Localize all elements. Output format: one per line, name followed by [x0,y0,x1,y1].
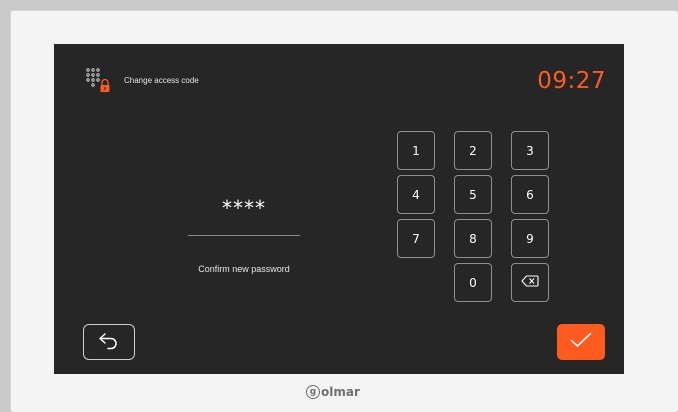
checkmark-icon [569,331,593,353]
keypad-lock-icon [86,68,116,96]
key-2[interactable]: 2 [454,131,492,170]
page-title: Change access code [124,76,199,85]
key-0[interactable]: 0 [454,263,492,302]
key-7[interactable]: 7 [397,219,435,258]
code-underline [188,235,300,236]
key-8[interactable]: 8 [454,219,492,258]
brand-logo: g olmar [306,385,360,399]
prompt-text: Confirm new password [198,264,290,274]
key-9[interactable]: 9 [511,219,549,258]
backspace-button[interactable] [511,263,549,302]
keypad: 1 2 3 4 5 6 7 8 9 0 [397,131,563,305]
key-4[interactable]: 4 [397,175,435,214]
brand-mark: g [306,385,320,399]
back-arrow-icon [97,330,121,354]
backspace-icon [521,275,539,290]
confirm-button[interactable] [557,324,605,360]
key-6[interactable]: 6 [511,175,549,214]
back-button[interactable] [83,324,135,360]
brand-name: olmar [321,385,360,399]
clock: 09:27 [537,68,606,94]
key-1[interactable]: 1 [397,131,435,170]
key-5[interactable]: 5 [454,175,492,214]
code-display: **** [222,196,266,220]
screen: Change access code 09:27 **** Confirm ne… [54,44,624,374]
key-3[interactable]: 3 [511,131,549,170]
